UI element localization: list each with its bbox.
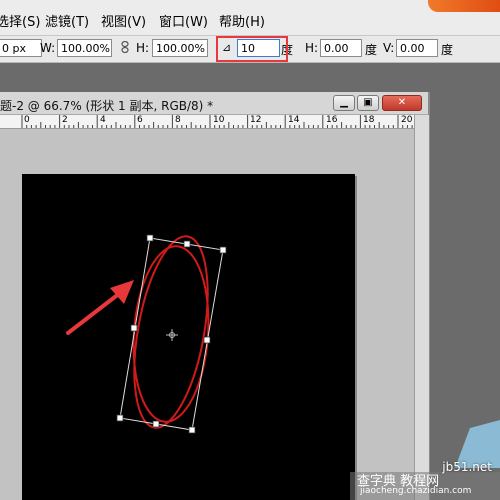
ruler-label: 8	[175, 115, 181, 125]
x-position-field[interactable]: 0 px	[0, 39, 42, 57]
vertical-skew-unit: 度	[441, 43, 454, 57]
document-window: 题-2 @ 66.7% (形状 1 副本, RGB/8) * ▁ ▣ ✕ 0 2…	[0, 92, 430, 500]
menu-view[interactable]: 视图(V)	[101, 11, 146, 30]
vertical-skew-label: V:	[383, 41, 395, 55]
ruler-label: 12	[250, 115, 262, 125]
transform-options-bar: 0 px W: 100.00% H: 100.00% ⊿ 10 度 H: 0.0…	[0, 36, 500, 63]
horizontal-ruler: 0 2 4 6 8 10 12 14 16 18 20	[0, 115, 414, 129]
ruler-label: 10	[213, 115, 225, 125]
menu-filter[interactable]: 滤镜(T)	[45, 11, 89, 30]
vertical-scrollbar[interactable]	[414, 115, 429, 500]
maximize-button[interactable]: ▣	[357, 95, 379, 111]
ruler-label: 0	[24, 115, 30, 125]
horizontal-skew-field[interactable]: 0.00	[320, 39, 362, 57]
height-field[interactable]: 100.00%	[152, 39, 208, 57]
height-label: H:	[136, 41, 150, 55]
watermark-url: jiaocheng.chazidian.com	[360, 486, 472, 496]
app-logo	[428, 0, 500, 12]
document-titlebar[interactable]: 题-2 @ 66.7% (形状 1 副本, RGB/8) * ▁ ▣ ✕	[0, 92, 428, 115]
link-icon[interactable]	[121, 41, 129, 53]
ruler-label: 2	[62, 115, 68, 125]
horizontal-skew-unit: 度	[365, 43, 378, 57]
watermark-site: jb51.net	[442, 460, 492, 474]
highlight-annotation-box	[216, 36, 288, 62]
vertical-skew-field[interactable]: 0.00	[396, 39, 438, 57]
ruler-label: 18	[363, 115, 375, 125]
ruler-label: 4	[100, 115, 106, 125]
menu-bar: 选择(S) 滤镜(T) 视图(V) 窗口(W) 帮助(H)	[0, 0, 500, 36]
horizontal-skew-label: H:	[305, 41, 319, 55]
menu-select[interactable]: 选择(S)	[0, 11, 40, 30]
menu-window[interactable]: 窗口(W)	[159, 11, 208, 30]
minimize-button[interactable]: ▁	[333, 95, 355, 111]
ruler-label: 16	[326, 115, 338, 125]
close-button[interactable]: ✕	[382, 95, 422, 111]
menu-help[interactable]: 帮助(H)	[219, 11, 265, 30]
document-title: 题-2 @ 66.7% (形状 1 副本, RGB/8) *	[0, 99, 214, 113]
ruler-label: 6	[137, 115, 143, 125]
width-label: W:	[40, 41, 56, 55]
ruler-label: 20	[401, 115, 413, 125]
ruler-label: 14	[288, 115, 300, 125]
workspace	[0, 129, 414, 500]
width-field[interactable]: 100.00%	[57, 39, 112, 57]
image-canvas[interactable]	[22, 174, 355, 500]
